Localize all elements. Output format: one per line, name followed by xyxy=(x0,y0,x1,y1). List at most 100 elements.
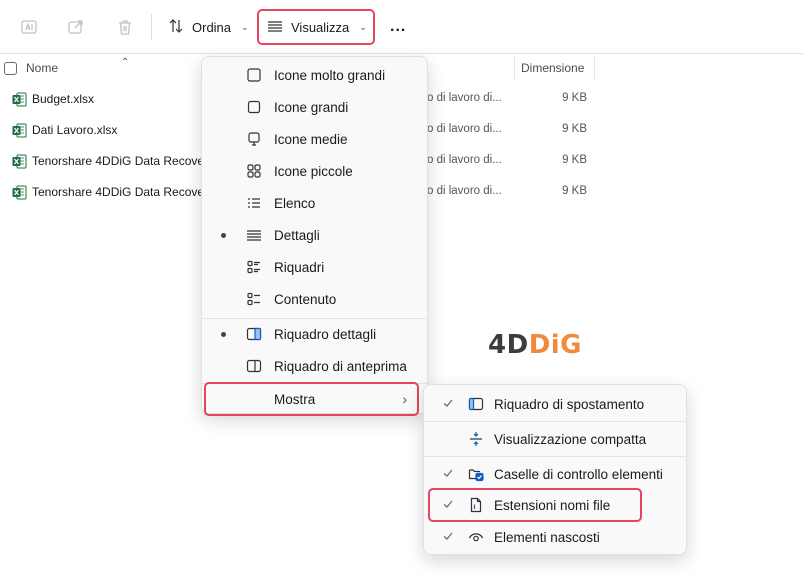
column-name-label: Nome xyxy=(26,61,59,75)
selected-bullet-icon xyxy=(221,332,226,337)
file-type: o di lavoro di... xyxy=(427,154,502,166)
file-name: Dati Lavoro.xlsx xyxy=(32,123,118,137)
menu-item-label: Elementi nascosti xyxy=(494,529,600,545)
menu-item-label: Riquadro di spostamento xyxy=(494,396,645,412)
more-icon: ... xyxy=(390,18,407,35)
file-icon xyxy=(468,497,484,513)
menu-item-label: Icone piccole xyxy=(274,163,353,179)
view-icon xyxy=(267,18,283,37)
excel-file-icon xyxy=(12,185,27,200)
menu-item-medium-icons[interactable]: Icone medie xyxy=(206,124,425,154)
menu-item-list[interactable]: Elenco xyxy=(206,188,425,218)
menu-item-details[interactable]: Dettagli xyxy=(206,220,425,250)
list-icon xyxy=(246,195,262,211)
toolbar-separator xyxy=(151,14,152,40)
preview-pane-icon xyxy=(246,358,262,374)
rename-icon[interactable] xyxy=(19,17,39,37)
menu-item-tiles[interactable]: Riquadri xyxy=(206,252,425,282)
view-menu: Icone molto grandi Icone grandi Icone me… xyxy=(201,56,428,416)
command-bar: Ordina ⌄ Visualizza ⌄ ... xyxy=(0,0,803,54)
check-icon xyxy=(441,529,455,543)
menu-item-label: Estensioni nomi file xyxy=(494,497,611,513)
menu-item-label: Elenco xyxy=(274,195,316,211)
view-label: Visualizza xyxy=(291,19,350,35)
menu-item-label: Contenuto xyxy=(274,291,337,307)
menu-item-large-icons[interactable]: Icone grandi xyxy=(206,92,425,122)
sort-ascending-icon: ⌃ xyxy=(121,56,130,68)
menu-item-label: Mostra xyxy=(274,391,316,407)
menu-item-label: Icone grandi xyxy=(274,99,349,115)
menu-item-preview-pane[interactable]: Riquadro di anteprima xyxy=(206,351,425,381)
column-divider[interactable] xyxy=(514,56,515,80)
sort-icon xyxy=(168,18,184,37)
file-size: 9 KB xyxy=(562,154,587,166)
file-type: o di lavoro di... xyxy=(427,185,502,197)
sort-label: Ordina xyxy=(192,19,232,35)
tiles-icon xyxy=(246,259,262,275)
check-icon xyxy=(441,497,455,511)
menu-item-compact-view[interactable]: Visualizzazione compatta xyxy=(428,424,684,454)
menu-item-show[interactable]: Mostra › xyxy=(204,382,419,416)
monitor-icon xyxy=(246,131,262,147)
column-size[interactable]: Dimensione xyxy=(521,56,584,80)
checkbox-icon xyxy=(468,466,484,482)
file-name: Tenorshare 4DDiG Data Recovery xyxy=(32,185,215,199)
file-type: o di lavoro di... xyxy=(427,92,502,104)
watermark-logo: 4DDiG xyxy=(488,330,582,360)
menu-separator xyxy=(424,421,686,422)
excel-file-icon xyxy=(12,92,27,107)
file-size: 9 KB xyxy=(562,92,587,104)
file-size: 9 KB xyxy=(562,123,587,135)
show-submenu: Riquadro di spostamento Visualizzazione … xyxy=(423,384,687,555)
file-name: Budget.xlsx xyxy=(32,92,95,106)
watermark-part2: DiG xyxy=(528,330,583,360)
select-all-checkbox[interactable] xyxy=(4,56,17,80)
file-type: o di lavoro di... xyxy=(427,123,502,135)
view-button[interactable]: Visualizza ⌄ xyxy=(257,9,375,45)
content-icon xyxy=(246,291,262,307)
selected-bullet-icon xyxy=(221,233,226,238)
menu-item-details-pane[interactable]: Riquadro dettagli xyxy=(206,319,425,349)
menu-item-content[interactable]: Contenuto xyxy=(206,284,425,314)
chevron-right-icon: › xyxy=(402,391,407,407)
sort-button[interactable]: Ordina ⌄ xyxy=(160,12,257,42)
menu-item-label: Riquadri xyxy=(274,259,325,275)
menu-item-label: Visualizzazione compatta xyxy=(494,431,647,447)
menu-item-label: Riquadro dettagli xyxy=(274,326,377,342)
watermark-part1: 4D xyxy=(488,330,529,360)
grid-icon xyxy=(246,163,262,179)
file-size: 9 KB xyxy=(562,185,587,197)
menu-item-file-extensions[interactable]: Estensioni nomi file xyxy=(428,488,642,522)
excel-file-icon xyxy=(12,154,27,169)
column-name[interactable]: Nome xyxy=(26,56,58,80)
large-square-icon xyxy=(246,67,262,83)
delete-icon[interactable] xyxy=(115,17,135,37)
more-options-button[interactable]: ... xyxy=(382,12,414,42)
menu-item-label: Dettagli xyxy=(274,227,320,243)
share-icon[interactable] xyxy=(66,17,86,37)
menu-separator xyxy=(424,456,686,457)
column-divider[interactable] xyxy=(594,56,595,80)
menu-item-item-checkboxes[interactable]: Caselle di controllo elementi xyxy=(428,459,684,489)
menu-item-small-icons[interactable]: Icone piccole xyxy=(206,156,425,186)
menu-item-hidden-items[interactable]: Elementi nascosti xyxy=(428,522,684,552)
eye-icon xyxy=(468,529,484,545)
navigation-pane-icon xyxy=(468,396,484,412)
compact-view-icon xyxy=(468,431,484,447)
menu-item-label: Riquadro di anteprima xyxy=(274,358,407,374)
check-icon xyxy=(441,396,455,410)
file-name: Tenorshare 4DDiG Data Recovery xyxy=(32,154,215,168)
menu-item-label: Caselle di controllo elementi xyxy=(494,466,663,482)
check-icon xyxy=(441,466,455,480)
menu-item-label: Icone molto grandi xyxy=(274,67,386,83)
chevron-down-icon: ⌄ xyxy=(241,21,249,32)
menu-item-extra-large-icons[interactable]: Icone molto grandi xyxy=(206,60,425,90)
checkbox-icon xyxy=(4,61,17,75)
menu-item-navigation-pane[interactable]: Riquadro di spostamento xyxy=(428,389,684,419)
column-size-label: Dimensione xyxy=(521,61,585,75)
chevron-down-icon: ⌄ xyxy=(359,21,367,32)
details-icon xyxy=(246,227,262,243)
square-icon xyxy=(246,99,262,115)
menu-item-label: Icone medie xyxy=(274,131,348,147)
excel-file-icon xyxy=(12,123,27,138)
